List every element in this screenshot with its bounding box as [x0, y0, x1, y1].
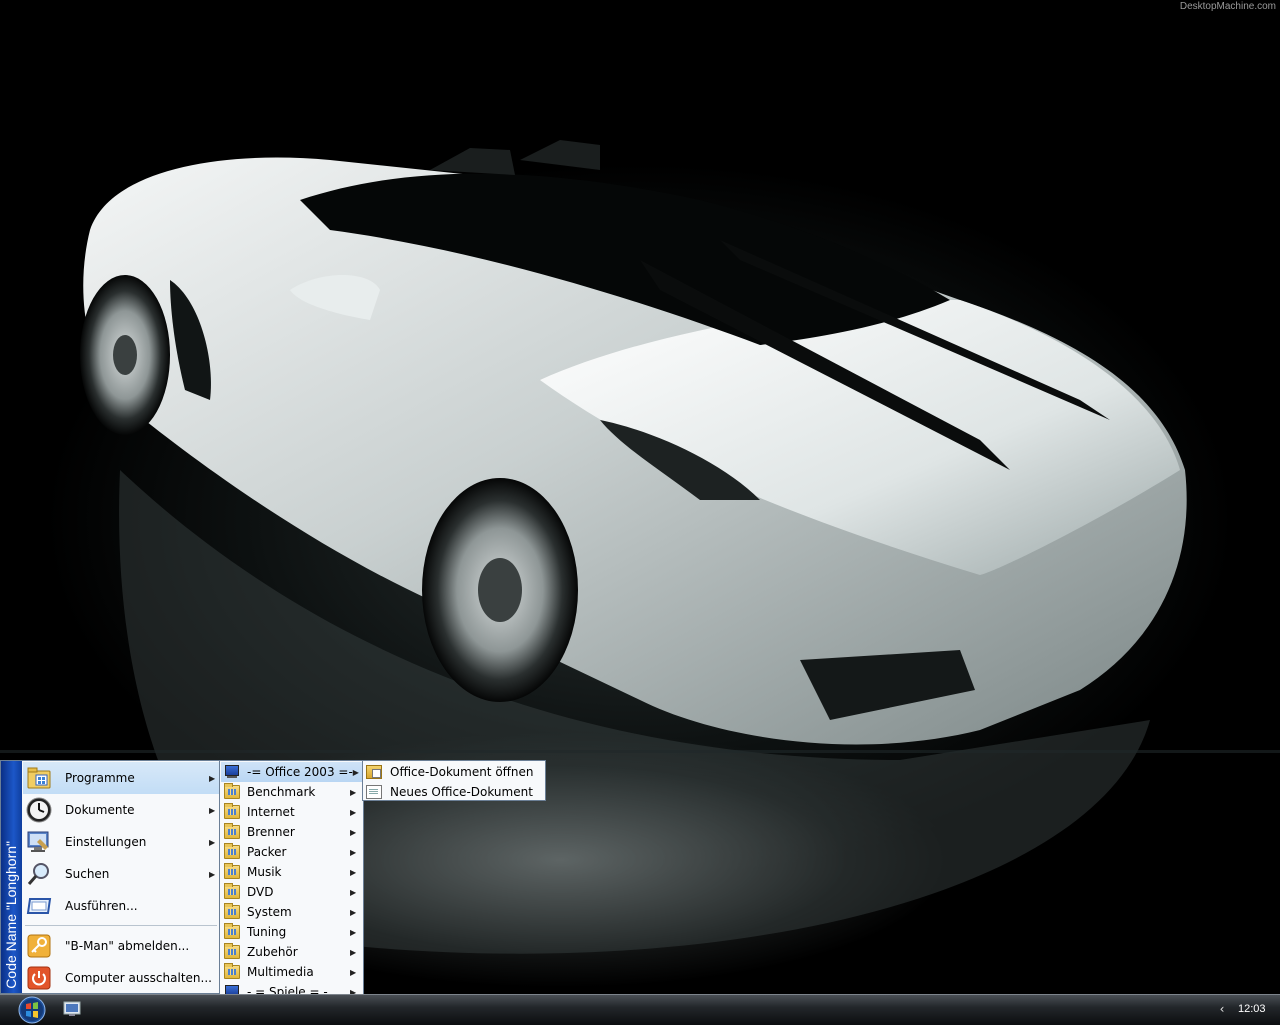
clock-icon: [25, 796, 53, 824]
windows-orb-icon: [18, 996, 46, 1024]
programs-item-brenner[interactable]: Brenner ▶: [221, 822, 362, 842]
start-item-einstellungen[interactable]: Einstellungen ▶: [23, 826, 219, 858]
taskbar: [0, 994, 1280, 1025]
submenu-arrow-icon: ▶: [209, 837, 216, 847]
programs-item-zubehoer[interactable]: Zubehör ▶: [221, 942, 362, 962]
open-document-icon: [366, 764, 382, 779]
submenu-arrow-icon: ▶: [350, 867, 357, 877]
submenu-arrow-icon: ▶: [350, 967, 357, 977]
programs-item-system[interactable]: System ▶: [221, 902, 362, 922]
key-icon: [25, 932, 53, 960]
programs-item-multimedia[interactable]: Multimedia ▶: [221, 962, 362, 982]
folder-icon: [224, 943, 240, 959]
watermark-text: DesktopMachine.com: [1179, 1, 1276, 12]
office-item-label: Office-Dokument öffnen: [390, 764, 534, 779]
chevron-left-icon[interactable]: ‹: [1216, 1002, 1228, 1016]
submenu-arrow-icon: ▶: [350, 787, 357, 797]
programs-item-label: Multimedia: [247, 965, 314, 979]
computer-icon: [224, 765, 240, 779]
programs-item-label: DVD: [247, 885, 274, 899]
folder-icon: [224, 903, 240, 919]
office-item-new-document[interactable]: Neues Office-Dokument: [364, 782, 544, 801]
start-item-ausfuehren[interactable]: Ausführen...: [23, 890, 219, 922]
folder-icon: [224, 803, 240, 819]
programs-item-benchmark[interactable]: Benchmark ▶: [221, 782, 362, 802]
start-item-dokumente[interactable]: Dokumente ▶: [23, 794, 219, 826]
submenu-arrow-icon: ▶: [350, 827, 357, 837]
start-menu-separator: [25, 925, 217, 926]
programs-item-label: Brenner: [247, 825, 295, 839]
programs-item-label: -= Office 2003 =-: [247, 765, 353, 779]
new-document-icon: [366, 784, 382, 799]
submenu-arrow-icon: ▶: [209, 869, 216, 879]
start-item-label: Dokumente: [65, 803, 135, 817]
programs-item-office-2003[interactable]: -= Office 2003 =- ▶: [221, 762, 362, 782]
programs-item-packer[interactable]: Packer ▶: [221, 842, 362, 862]
start-item-programme[interactable]: Programme ▶: [23, 762, 219, 794]
programs-item-internet[interactable]: Internet ▶: [221, 802, 362, 822]
programs-item-label: Tuning: [247, 925, 287, 939]
folder-icon: [224, 883, 240, 899]
start-item-label: Suchen: [65, 867, 110, 881]
programs-folder-icon: [25, 764, 53, 792]
programs-item-dvd[interactable]: DVD ▶: [221, 882, 362, 902]
programs-item-tuning[interactable]: Tuning ▶: [221, 922, 362, 942]
office-item-label: Neues Office-Dokument: [390, 784, 533, 799]
start-item-label: Computer ausschalten...: [65, 971, 212, 985]
folder-icon: [224, 843, 240, 859]
start-item-label: Programme: [65, 771, 135, 785]
start-menu-banner: Code Name "Longhorn": [1, 761, 22, 993]
submenu-arrow-icon: ▶: [350, 807, 357, 817]
submenu-arrow-icon: ▶: [350, 907, 357, 917]
submenu-arrow-icon: ▶: [209, 805, 216, 815]
office-submenu: Office-Dokument öffnen Neues Office-Doku…: [362, 760, 546, 801]
run-icon: [25, 892, 53, 920]
programs-item-label: Musik: [247, 865, 282, 879]
programs-item-label: Internet: [247, 805, 295, 819]
submenu-arrow-icon: ▶: [352, 767, 359, 777]
programs-item-musik[interactable]: Musik ▶: [221, 862, 362, 882]
power-icon: [25, 964, 53, 992]
taskbar-clock[interactable]: 12:03: [1238, 1003, 1266, 1015]
folder-icon: [224, 923, 240, 939]
folder-icon: [224, 783, 240, 799]
submenu-arrow-icon: ▶: [350, 927, 357, 937]
programs-item-label: Packer: [247, 845, 287, 859]
show-desktop-icon: [63, 1001, 81, 1016]
submenu-arrow-icon: ▶: [209, 773, 216, 783]
start-button[interactable]: [13, 995, 51, 1025]
start-item-label: Einstellungen: [65, 835, 147, 849]
submenu-arrow-icon: ▶: [350, 947, 357, 957]
start-item-label: "B-Man" abmelden...: [65, 939, 190, 953]
programs-item-label: Benchmark: [247, 785, 316, 799]
start-item-label: Ausführen...: [65, 899, 138, 913]
start-menu-banner-text: Code Name "Longhorn": [3, 841, 19, 989]
start-menu: Code Name "Longhorn" Programme ▶ Dokumen…: [0, 760, 220, 994]
programs-item-label: Zubehör: [247, 945, 298, 959]
show-desktop-button[interactable]: [63, 1001, 81, 1017]
submenu-arrow-icon: ▶: [350, 887, 357, 897]
folder-icon: [224, 963, 240, 979]
start-item-abmelden[interactable]: "B-Man" abmelden...: [23, 930, 219, 962]
programs-item-label: System: [247, 905, 292, 919]
magnifier-icon: [25, 860, 53, 888]
folder-icon: [224, 863, 240, 879]
office-item-open-document[interactable]: Office-Dokument öffnen: [364, 762, 544, 781]
start-item-ausschalten[interactable]: Computer ausschalten...: [23, 962, 219, 994]
settings-icon: [25, 828, 53, 856]
submenu-arrow-icon: ▶: [350, 847, 357, 857]
programs-submenu: -= Office 2003 =- ▶ Benchmark ▶ Internet…: [219, 760, 364, 1002]
start-item-suchen[interactable]: Suchen ▶: [23, 858, 219, 890]
folder-icon: [224, 823, 240, 839]
